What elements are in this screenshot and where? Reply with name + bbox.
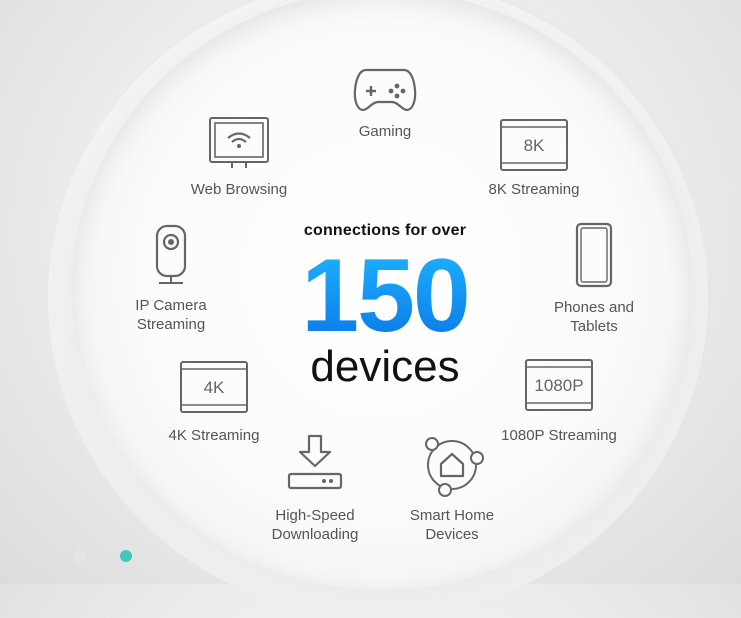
carousel-dot-1[interactable] (74, 550, 86, 562)
feature-gaming-label: Gaming (358, 123, 412, 140)
smartphone-icon (575, 222, 613, 288)
ip-camera-icon (155, 224, 187, 284)
feature-web-browsing: Web Browsing (184, 116, 294, 199)
feature-phones-tablets-label-1: Phones and (553, 299, 635, 316)
feature-phones-tablets: Phones and Tablets (546, 222, 642, 336)
feature-ip-camera-label-1: IP Camera (135, 297, 207, 314)
screen-8k-badge: 8K (524, 136, 545, 155)
screen-4k-icon: 4K (180, 361, 248, 413)
monitor-wifi-icon (209, 117, 269, 168)
feature-high-speed-downloading: High-Speed Downloading (262, 434, 368, 544)
headline-number: 150 (250, 244, 520, 348)
feature-smart-home-label-2: Devices (425, 526, 479, 543)
feature-ip-camera: IP Camera Streaming (126, 224, 216, 334)
headline-unit: devices (310, 342, 460, 391)
feature-smart-home: Smart Home Devices (400, 434, 504, 544)
feature-8k-streaming-label: 8K Streaming (488, 181, 580, 198)
feature-phones-tablets-label-2: Tablets (570, 318, 618, 335)
screen-1080p-icon: 1080P (525, 359, 593, 411)
feature-8k-streaming: 8K 8K Streaming (484, 118, 584, 199)
smart-home-icon (425, 437, 484, 497)
feature-ip-camera-label-2: Streaming (136, 316, 206, 333)
download-router-icon (287, 434, 343, 490)
gamepad-icon (353, 68, 417, 112)
feature-smart-home-label-1: Smart Home (409, 507, 495, 524)
carousel-dot-2-active[interactable] (120, 550, 132, 562)
screen-8k-icon: 8K (500, 119, 568, 171)
feature-high-speed-label-2: Downloading (271, 526, 359, 543)
feature-gaming: Gaming (340, 66, 430, 141)
screen-4k-badge: 4K (204, 378, 225, 397)
feature-high-speed-label-1: High-Speed (275, 507, 355, 524)
headline: connections for over 150 devices (250, 222, 520, 390)
feature-web-browsing-label: Web Browsing (190, 181, 288, 198)
feature-4k-streaming-label: 4K Streaming (168, 427, 260, 444)
screen-1080p-badge: 1080P (534, 376, 583, 395)
feature-1080p-streaming-label: 1080P Streaming (501, 427, 617, 444)
